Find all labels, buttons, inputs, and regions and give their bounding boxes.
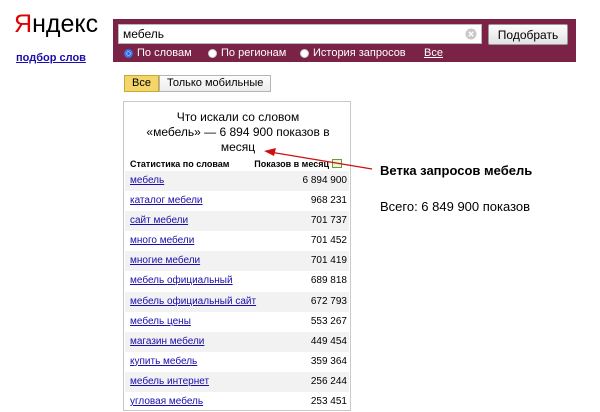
table-row: мебель цены 553 267 <box>125 312 349 332</box>
phrase-link[interactable]: сайт мебели <box>130 215 188 226</box>
phrase-link[interactable]: каталог мебели <box>130 195 203 206</box>
column-header-words: Статистика по словам <box>130 159 230 169</box>
word-selection-link[interactable]: подбор слов <box>16 52 86 64</box>
all-regions-link[interactable]: Все регионы <box>424 47 467 71</box>
phrase-link[interactable]: мебель официальный сайт <box>130 296 256 307</box>
logo-rest: ндекс <box>32 10 99 38</box>
panel-title: Что искали со словом «мебель» — 6 894 90… <box>124 110 352 155</box>
count-value: 701 737 <box>310 215 347 227</box>
table-row: многие мебели 701 419 <box>125 251 349 272</box>
count-value: 672 793 <box>310 295 347 307</box>
table-row: купить мебель 359 364 <box>125 352 349 372</box>
table-row: много мебели 701 452 <box>125 231 349 251</box>
search-field[interactable] <box>118 24 482 44</box>
table-row: угловая мебель 253 451 <box>125 392 349 412</box>
phrase-link[interactable]: многие мебели <box>130 255 200 266</box>
count-value: 6 894 900 <box>302 175 348 186</box>
annotation-total: Всего: 6 849 900 показов <box>380 199 531 214</box>
radio-dot-icon <box>300 48 309 58</box>
column-header-impressions: Показов в месяц <box>254 159 329 169</box>
count-value: 449 454 <box>310 335 347 347</box>
table-row: мебель интернет 256 244 <box>125 371 349 393</box>
count-value: 359 364 <box>310 355 347 367</box>
phrase-link[interactable]: купить мебель <box>130 356 197 367</box>
phrase-link[interactable]: мебель <box>130 175 164 186</box>
annotation-title: Ветка запросов мебель <box>380 163 533 178</box>
radio-query-history[interactable]: История запросов <box>300 47 406 59</box>
table-row: сайт мебели 701 737 <box>125 211 349 232</box>
phrase-link[interactable]: мебель интернет <box>130 376 209 387</box>
tab-mobile-only[interactable]: Только мобильные <box>158 75 272 92</box>
radio-dot-icon <box>124 48 133 58</box>
logo-first-letter: Я <box>14 10 33 38</box>
count-value: 701 452 <box>310 235 347 247</box>
radio-label: История запросов <box>313 47 406 59</box>
table-row: магазин мебели 449 454 <box>125 331 349 352</box>
panel-title-line: «мебель» — 6 894 900 показов в <box>146 125 330 139</box>
phrase-link[interactable]: мебель официальный <box>130 275 233 286</box>
stats-panel: Что искали со словом «мебель» — 6 894 90… <box>123 101 351 411</box>
count-value: 968 231 <box>310 195 347 207</box>
panel-title-line: Что искали со словом <box>176 110 300 124</box>
count-value: 553 267 <box>310 315 347 327</box>
table-row: мебель официальный сайт 672 793 <box>125 291 349 312</box>
radio-by-words[interactable]: По словам <box>124 47 192 59</box>
phrase-link[interactable]: мебель цены <box>130 316 191 327</box>
phrase-link[interactable]: много мебели <box>130 235 194 246</box>
search-input[interactable] <box>123 26 453 42</box>
yandex-logo[interactable]: Яндекс <box>14 10 98 39</box>
submit-button[interactable]: Подобрать <box>488 24 568 45</box>
stats-rows: мебель 6 894 900 каталог мебели 968 231 са… <box>125 171 349 412</box>
export-icon[interactable] <box>332 159 342 168</box>
count-value: 689 818 <box>310 275 347 287</box>
radio-label: По словам <box>137 47 192 59</box>
clear-icon[interactable] <box>465 28 477 40</box>
phrase-link[interactable]: магазин мебели <box>130 336 204 347</box>
count-value: 256 244 <box>310 375 347 387</box>
panel-title-line: месяц <box>220 140 256 154</box>
table-row: каталог мебели 968 231 <box>125 191 349 211</box>
count-value: 701 419 <box>310 255 347 267</box>
table-row: мебель официальный 689 818 <box>125 271 349 291</box>
radio-dot-icon <box>208 48 217 58</box>
table-row: мебель 6 894 900 <box>125 171 349 192</box>
radio-by-regions[interactable]: По регионам <box>208 47 286 59</box>
device-tabs: Все Только мобильные <box>124 75 272 92</box>
radio-label: По регионам <box>221 47 287 59</box>
tab-all[interactable]: Все <box>124 75 159 92</box>
